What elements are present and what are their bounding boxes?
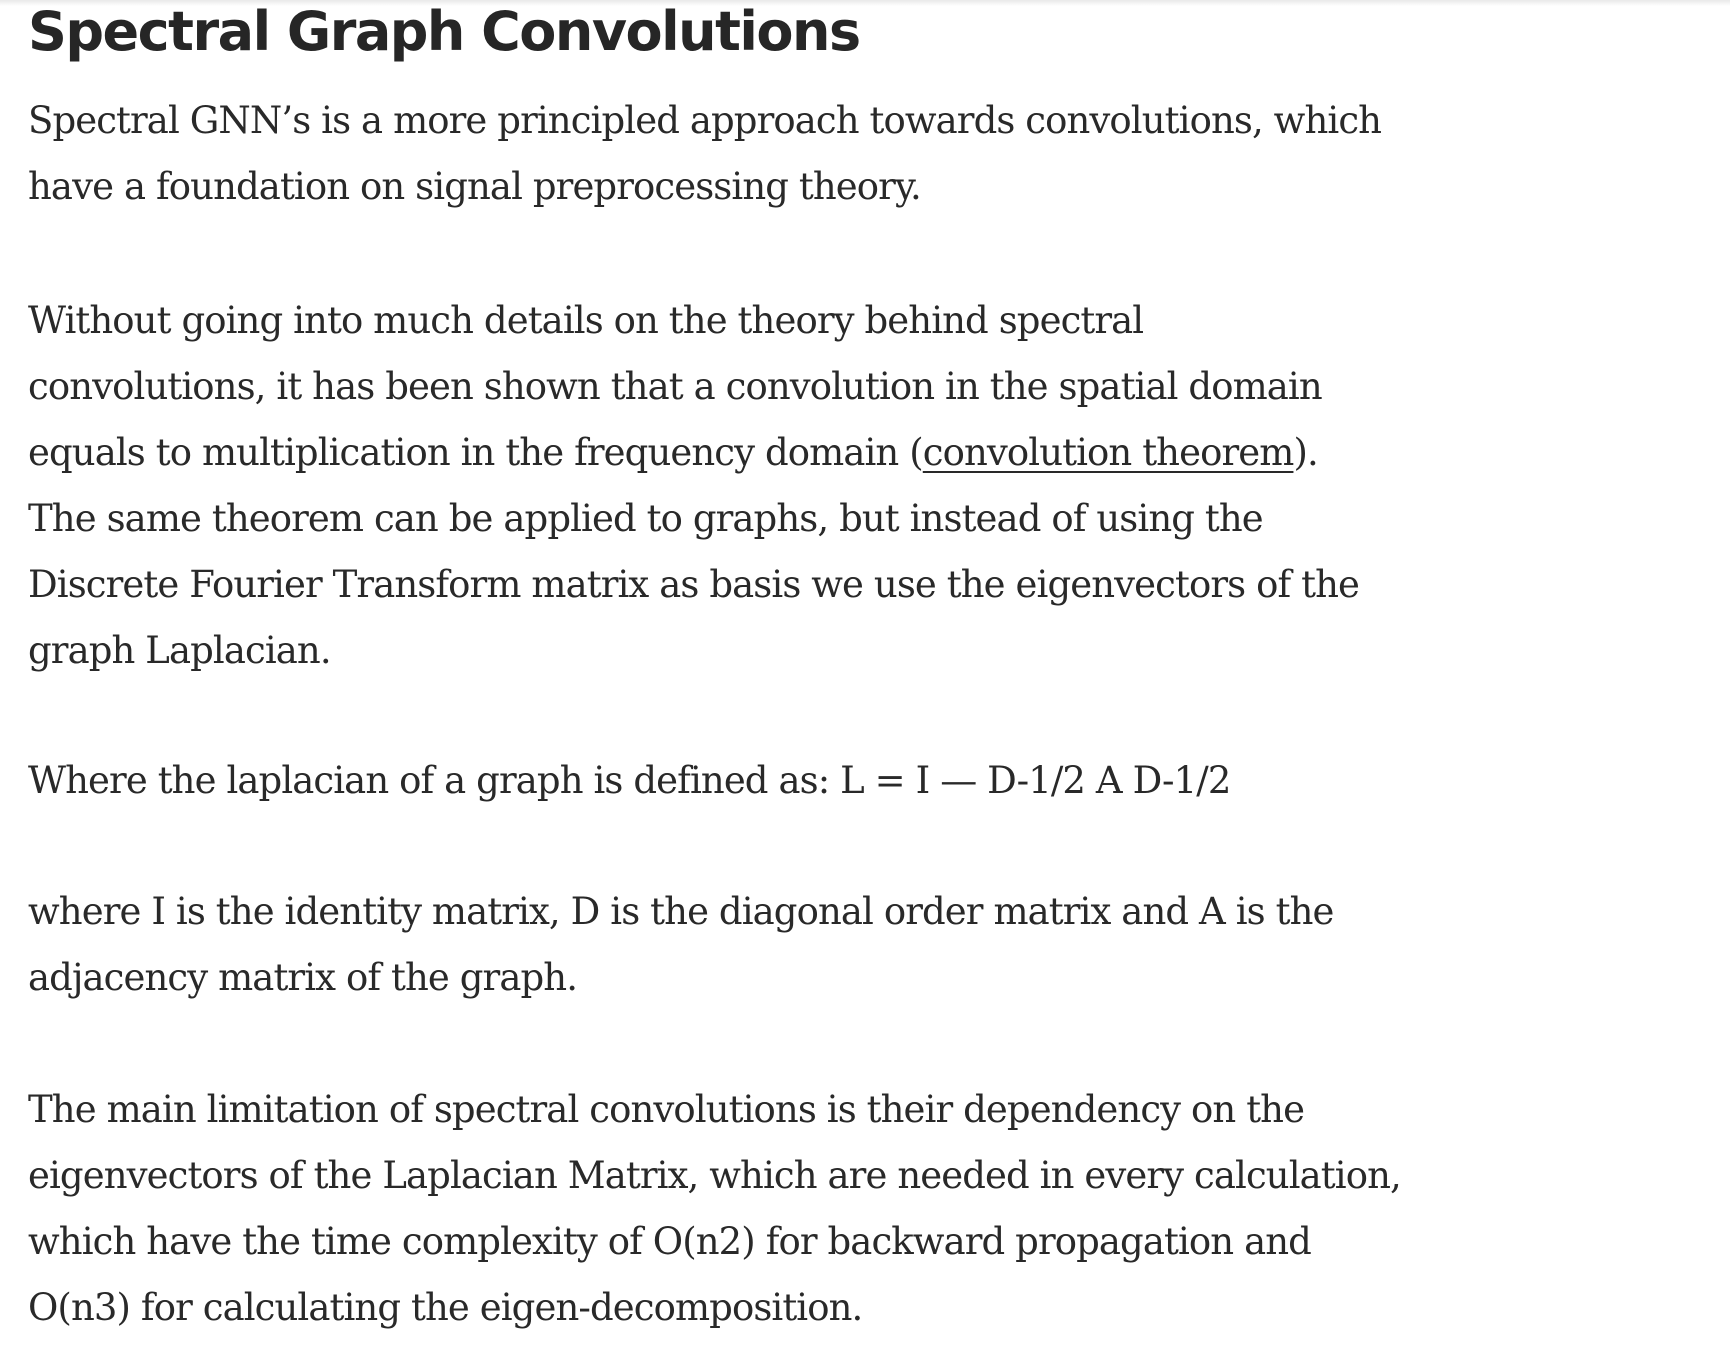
paragraph-convolution-theorem: Without going into much details on the t…: [28, 288, 1360, 684]
paragraph-limitations: The main limitation of spectral convolut…: [28, 1088, 1402, 1329]
article-body: Spectral Graph Convolutions Spectral GNN…: [28, 0, 1428, 1330]
paragraph-laplacian-definition: Where the laplacian of a graph is define…: [28, 759, 1231, 802]
section-title: Spectral Graph Convolutions: [28, 0, 861, 63]
paragraph-matrix-definitions: where I is the identity matrix, D is the…: [28, 890, 1334, 999]
convolution-theorem-link[interactable]: convolution theorem: [923, 431, 1295, 474]
paragraph-intro: Spectral GNN’s is a more principled appr…: [28, 99, 1382, 208]
